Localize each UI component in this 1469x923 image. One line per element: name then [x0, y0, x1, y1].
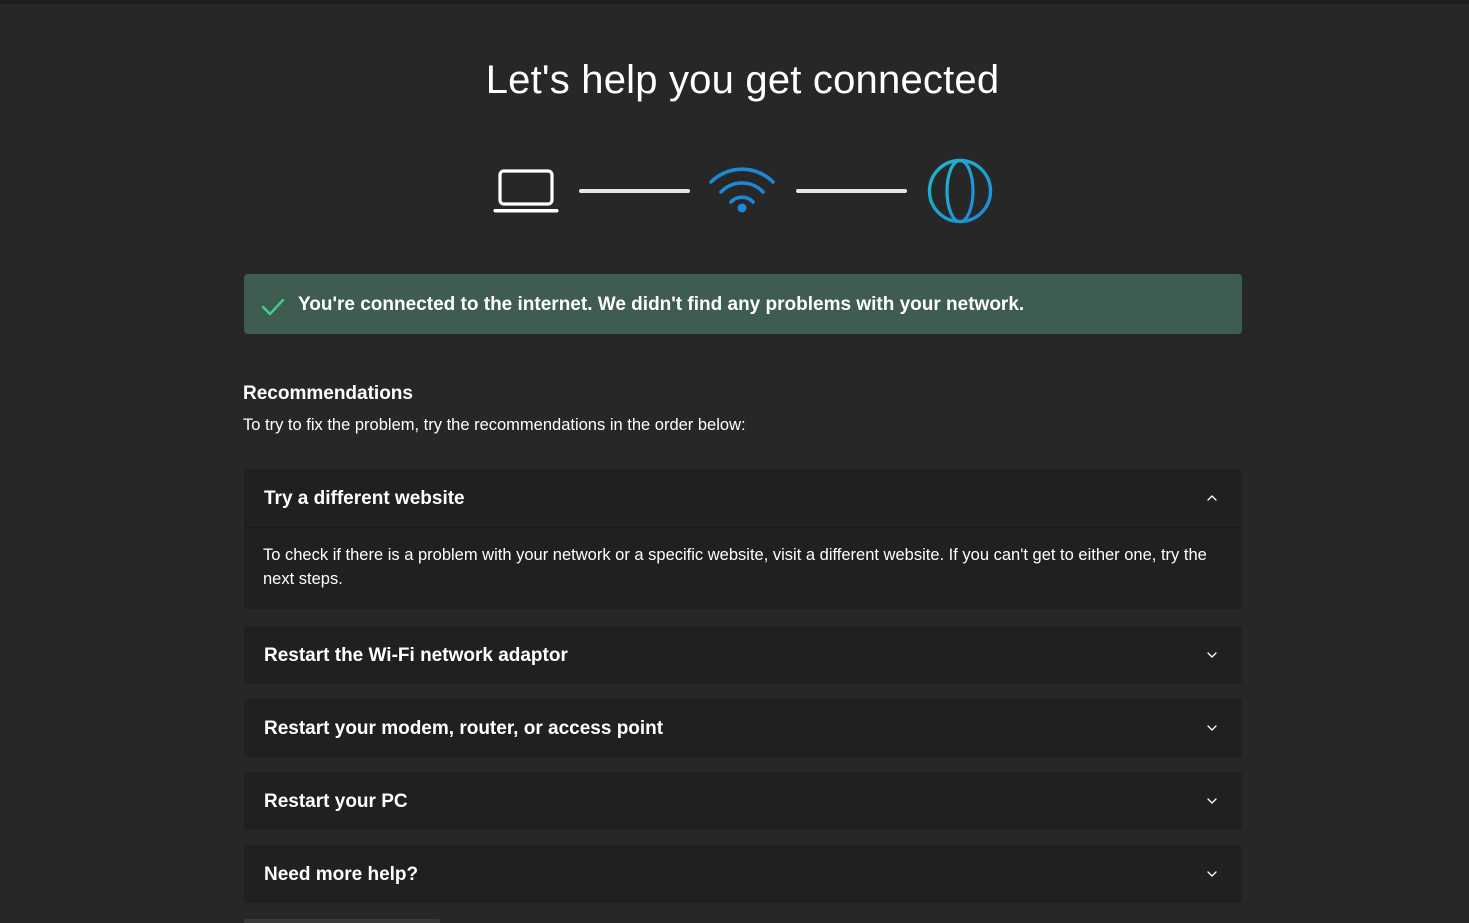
- expander-label: Try a different website: [264, 488, 465, 509]
- connection-line-right: [796, 189, 907, 193]
- chevron-down-icon: [1207, 798, 1217, 804]
- globe-icon: [927, 158, 993, 224]
- expander-label: Restart the Wi-Fi network adaptor: [264, 645, 568, 666]
- recommendation-card-restart-modem-router[interactable]: Restart your modem, router, or access po…: [244, 699, 1242, 757]
- recommendation-card-restart-pc[interactable]: Restart your PC: [244, 772, 1242, 830]
- expander-header-need-more-help[interactable]: Need more help?: [244, 845, 1242, 903]
- expander-label: Need more help?: [264, 864, 419, 885]
- chevron-down-icon: [1207, 652, 1217, 658]
- expander-body-text: To check if there is a problem with your…: [263, 546, 1207, 588]
- page-title: Let's help you get connected: [485, 58, 1000, 102]
- connection-line-left: [579, 189, 690, 193]
- chevron-up-icon: [1207, 495, 1217, 501]
- wifi-icon: [709, 167, 775, 213]
- recommendations-subtitle: To try to fix the problem, try the recom…: [243, 416, 746, 434]
- status-banner-text: You're connected to the internet. We did…: [298, 294, 1025, 315]
- chevron-down-icon: [1207, 725, 1217, 731]
- recommendation-card-need-more-help[interactable]: Need more help?: [244, 845, 1242, 903]
- expander-header-restart-wifi-adaptor[interactable]: Restart the Wi-Fi network adaptor: [244, 626, 1242, 684]
- connection-diagram: [490, 155, 1000, 227]
- chevron-down-icon: [1207, 871, 1217, 877]
- laptop-icon: [493, 169, 559, 213]
- expander-label: Restart your PC: [264, 791, 408, 812]
- recommendation-card-restart-wifi-adaptor[interactable]: Restart the Wi-Fi network adaptor: [244, 626, 1242, 684]
- expander-header-restart-modem-router[interactable]: Restart your modem, router, or access po…: [244, 699, 1242, 757]
- expander-label: Restart your modem, router, or access po…: [264, 718, 664, 739]
- checkmark-icon: [261, 298, 285, 316]
- expander-header-try-different-website[interactable]: Try a different website: [244, 469, 1242, 527]
- recommendations-heading: Recommendations: [243, 383, 413, 404]
- window-top-edge: [0, 0, 1469, 4]
- expander-divider: [244, 527, 1242, 528]
- expander-header-restart-pc[interactable]: Restart your PC: [244, 772, 1242, 830]
- recommendation-card-try-different-website: Try a different website To check if ther…: [244, 469, 1242, 609]
- partially-visible-button[interactable]: [244, 919, 440, 923]
- get-help-page: Let's help you get connected You're conn…: [0, 0, 1469, 923]
